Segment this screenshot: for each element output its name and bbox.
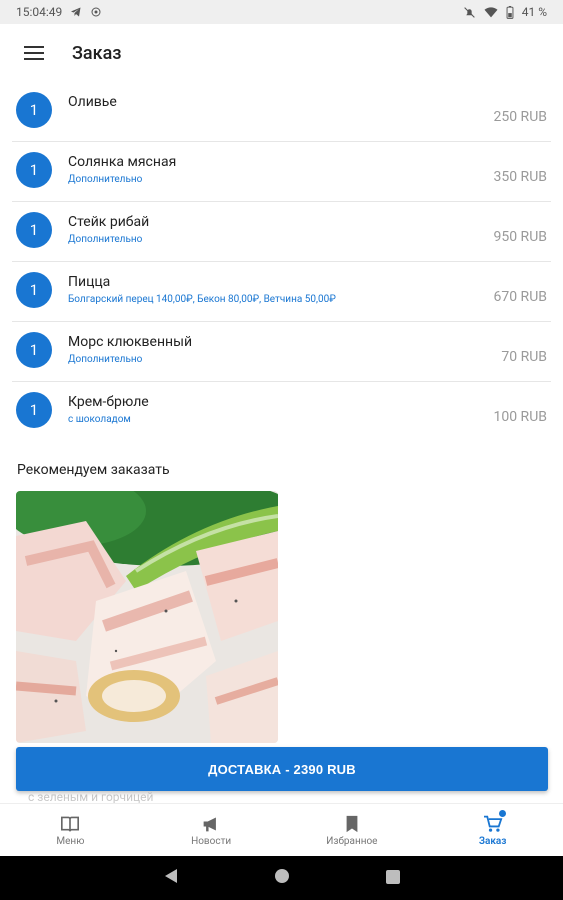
item-options: Дополнительно xyxy=(68,234,143,245)
telegram-icon xyxy=(70,6,82,18)
order-row[interactable]: 1 Солянка мясная Дополнительно 350 RUB xyxy=(0,142,563,202)
notifications-off-icon xyxy=(463,6,476,19)
item-name: Пицца xyxy=(68,274,111,290)
recents-icon[interactable] xyxy=(385,869,400,888)
item-price: 250 RUB xyxy=(493,109,547,125)
cart-icon xyxy=(483,815,503,832)
battery-icon xyxy=(506,5,514,19)
bookmark-icon xyxy=(346,815,358,832)
system-navigation-bar xyxy=(0,856,563,900)
nav-news[interactable]: Новости xyxy=(141,804,282,857)
bottom-navigation: Меню Новости Избранное Заказ xyxy=(0,803,563,857)
wifi-icon xyxy=(484,6,498,19)
quantity-badge[interactable]: 1 xyxy=(16,92,52,128)
item-options: Дополнительно xyxy=(68,354,143,365)
salo-food-image xyxy=(16,491,278,743)
item-options: Болгарский перец 140,00₽, Бекон 80,00₽, … xyxy=(68,294,336,305)
hamburger-icon xyxy=(24,46,44,60)
recommend-heading: Рекомендуем заказать xyxy=(17,462,170,478)
nav-menu-label: Меню xyxy=(56,835,85,847)
item-name: Стейк рибай xyxy=(68,214,150,230)
nav-menu[interactable]: Меню xyxy=(0,804,141,857)
item-options: с шоколадом xyxy=(68,414,131,425)
nav-favorites-label: Избранное xyxy=(326,835,378,847)
hamburger-menu-button[interactable] xyxy=(16,35,52,71)
status-time: 15:04:49 xyxy=(16,5,63,19)
item-name: Солянка мясная xyxy=(68,154,177,170)
item-name: Оливье xyxy=(68,94,117,110)
page-title: Заказ xyxy=(72,42,122,64)
nav-news-label: Новости xyxy=(191,835,232,847)
quantity-badge[interactable]: 1 xyxy=(16,212,52,248)
megaphone-icon xyxy=(203,816,217,831)
quantity-badge[interactable]: 1 xyxy=(16,332,52,368)
recommended-item-caption: с зеленым и горчицей xyxy=(28,790,154,804)
order-row[interactable]: 1 Крем-брюле с шоколадом 100 RUB xyxy=(0,382,563,442)
nav-favorites[interactable]: Избранное xyxy=(282,804,423,857)
delivery-checkout-button[interactable]: ДОСТАВКА - 2390 RUB xyxy=(16,747,548,791)
battery-percent: 41 % xyxy=(521,5,547,19)
item-options: Дополнительно xyxy=(68,174,143,185)
item-price: 670 RUB xyxy=(493,289,547,305)
nav-order[interactable]: Заказ xyxy=(422,804,563,857)
cart-badge-dot xyxy=(498,810,506,817)
order-row[interactable]: 1 Морс клюквенный Дополнительно 70 RUB xyxy=(0,322,563,382)
item-price: 100 RUB xyxy=(493,409,547,425)
home-icon[interactable] xyxy=(274,868,290,888)
item-name: Морс клюквенный xyxy=(68,334,193,350)
quantity-badge[interactable]: 1 xyxy=(16,392,52,428)
item-price: 950 RUB xyxy=(493,229,547,245)
quantity-badge[interactable]: 1 xyxy=(16,272,52,308)
order-row[interactable]: 1 Оливье 250 RUB xyxy=(0,82,563,142)
nav-order-label: Заказ xyxy=(478,835,507,847)
app-bar: Заказ xyxy=(0,24,563,82)
item-price: 350 RUB xyxy=(493,169,547,185)
book-icon xyxy=(61,816,80,832)
item-price: 70 RUB xyxy=(501,349,547,365)
recommended-item-card[interactable] xyxy=(16,491,278,743)
quantity-badge[interactable]: 1 xyxy=(16,152,52,188)
order-list: 1 Оливье 250 RUB 1 Солянка мясная Дополн… xyxy=(0,82,563,442)
back-icon[interactable] xyxy=(164,868,178,888)
order-row[interactable]: 1 Пицца Болгарский перец 140,00₽, Бекон … xyxy=(0,262,563,322)
order-row[interactable]: 1 Стейк рибай Дополнительно 950 RUB xyxy=(0,202,563,262)
location-icon xyxy=(90,6,102,18)
status-bar: 15:04:49 41 % xyxy=(0,0,563,24)
item-name: Крем-брюле xyxy=(68,394,149,410)
